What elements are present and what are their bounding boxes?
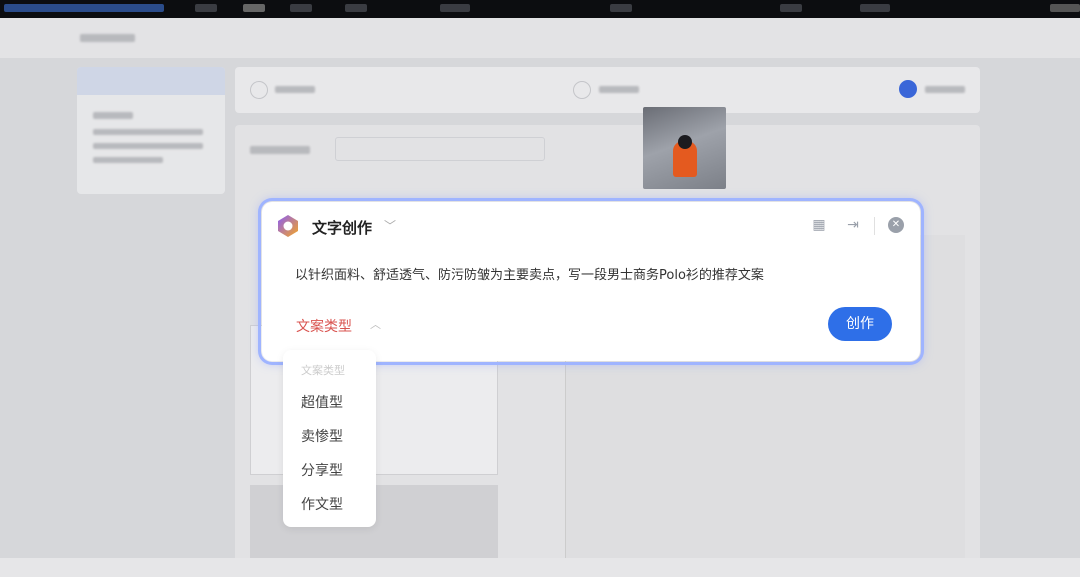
copy-type-selector[interactable]: 文案类型 (296, 316, 352, 336)
copy-type-dropdown: 文案类型 超值型 卖惨型 分享型 作文型 (283, 350, 376, 527)
video-thumbnail (643, 107, 726, 189)
dropdown-option[interactable]: 作文型 (301, 494, 343, 514)
dropdown-header: 文案类型 (301, 364, 345, 377)
chevron-down-icon[interactable]: ﹀ (384, 217, 396, 234)
create-button[interactable]: 创作 (828, 307, 892, 341)
sidebar-toggle-icon[interactable]: ⇥ (844, 216, 862, 234)
close-icon[interactable]: ✕ (888, 217, 904, 233)
divider (874, 217, 875, 235)
sidebar-panel (77, 67, 225, 194)
top-bar (0, 0, 1080, 18)
dropdown-option[interactable]: 超值型 (301, 392, 343, 412)
text-creation-panel: 文字创作 ﹀ ▦ ⇥ ✕ 以针织面料、舒适透气、防污防皱为主要卖点，写一段男士商… (260, 200, 922, 363)
dropdown-option[interactable]: 卖惨型 (301, 426, 343, 446)
footer-bar (0, 558, 1080, 577)
chevron-up-icon[interactable]: ︿ (370, 316, 381, 332)
prompt-text[interactable]: 以针织面料、舒适透气、防污防皱为主要卖点，写一段男士商务Polo衫的推荐文案 (295, 264, 764, 283)
grid-icon[interactable]: ▦ (810, 216, 828, 234)
step-bar (235, 67, 980, 113)
panel-title: 文字创作 (312, 219, 373, 237)
breadcrumb-bar (0, 18, 1080, 58)
dropdown-option[interactable]: 分享型 (301, 460, 343, 480)
logo-icon (278, 215, 298, 237)
